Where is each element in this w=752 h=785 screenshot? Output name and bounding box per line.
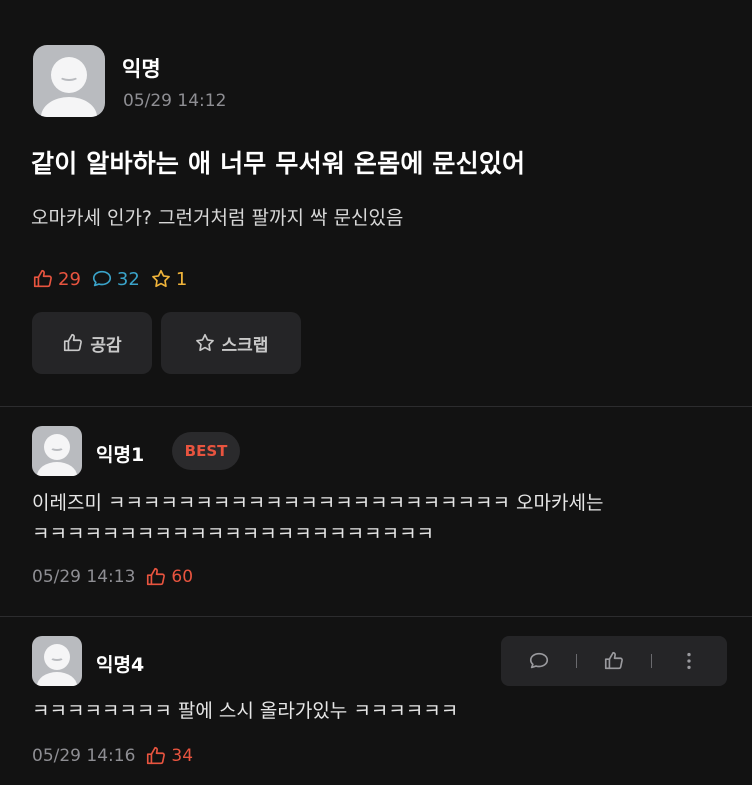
- comment-like-button[interactable]: [603, 650, 625, 672]
- comment-actions: [501, 636, 727, 686]
- comment-count-value: 32: [116, 268, 140, 290]
- post-body: 오마카세 인가? 그런거처럼 팔까지 싹 문신있음: [31, 207, 404, 229]
- divider: [0, 406, 752, 407]
- best-badge: BEST: [172, 432, 240, 470]
- action-separator: [651, 654, 652, 668]
- thumbs-up-icon: [33, 269, 52, 288]
- post-timestamp: 05/29 14:12: [123, 91, 227, 111]
- thumbs-up-icon: [604, 651, 623, 670]
- comment-meta: 05/29 14:13 60: [32, 566, 193, 588]
- like-button[interactable]: 공감: [32, 312, 152, 374]
- comment-like-count: 34: [145, 745, 193, 767]
- post: 익명 05/29 14:12 같이 알바하는 애 너무 무서워 온몸에 문신있어…: [0, 0, 752, 405]
- post-stats: 29 32 1: [32, 266, 197, 292]
- comment-count: 32: [91, 268, 140, 290]
- star-icon: [151, 269, 170, 288]
- scrap-count-value: 1: [175, 268, 188, 290]
- comment-text: 이레즈미 ㅋㅋㅋㅋㅋㅋㅋㅋㅋㅋㅋㅋㅋㅋㅋㅋㅋㅋㅋㅋㅋㅋㅋ 오마카세는 ㅋㅋㅋㅋㅋ…: [32, 492, 604, 545]
- comment-author-avatar: [32, 636, 82, 686]
- action-separator: [576, 654, 577, 668]
- like-button-label: 공감: [90, 335, 122, 356]
- comment-like-value: 60: [171, 567, 194, 587]
- scrap-count: 1: [150, 268, 187, 290]
- star-icon: [195, 333, 214, 352]
- divider: [0, 616, 752, 617]
- comment-like-value: 34: [171, 746, 194, 766]
- post-author-name: 익명: [122, 57, 161, 81]
- comment-meta: 05/29 14:16 34: [32, 745, 193, 767]
- comment-author-avatar: [32, 426, 82, 476]
- thumbs-up-icon: [64, 333, 83, 352]
- scrap-button-label: 스크랩: [221, 335, 269, 356]
- thumbs-up-icon: [147, 746, 166, 765]
- like-count: 29: [32, 268, 81, 290]
- thumbs-up-icon: [147, 567, 166, 586]
- reply-button[interactable]: [528, 650, 550, 672]
- speech-bubble-icon: [92, 270, 111, 287]
- comment-author-name: 익명1: [96, 444, 145, 466]
- comment-author-name: 익명4: [96, 654, 145, 676]
- comment-timestamp: 05/29 14:13: [32, 567, 136, 587]
- comment-text: ㅋㅋㅋㅋㅋㅋㅋㅋ 팔에 스시 올라가있누 ㅋㅋㅋㅋㅋㅋ: [32, 700, 459, 722]
- comment-timestamp: 05/29 14:16: [32, 746, 136, 766]
- more-vertical-icon: [687, 652, 691, 670]
- comment-like-count: 60: [145, 566, 193, 588]
- scrap-button[interactable]: 스크랩: [161, 312, 301, 374]
- post-author-avatar: [33, 45, 105, 117]
- post-title: 같이 알바하는 애 너무 무서워 온몸에 문신있어: [31, 149, 526, 178]
- like-count-value: 29: [58, 268, 81, 290]
- more-options-button[interactable]: [678, 650, 700, 672]
- speech-bubble-icon: [529, 652, 549, 669]
